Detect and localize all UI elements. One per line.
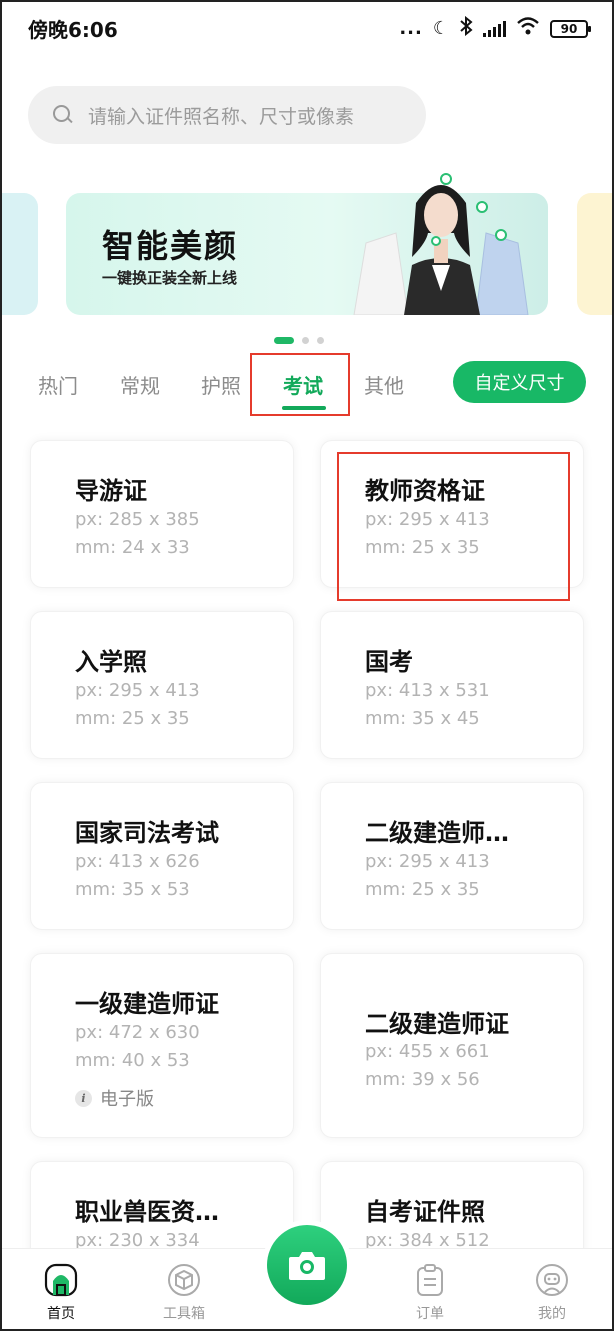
search-bar[interactable]: 请输入证件照名称、尺寸或像素 — [28, 86, 426, 144]
category-tabs: 热门 常规 护照 考试 其他 自定义尺寸 — [0, 353, 614, 420]
signal-icon — [483, 20, 506, 37]
wifi-icon — [516, 16, 540, 41]
spec-card-judicial-exam[interactable]: 国家司法考试 px: 413 x 626 mm: 35 x 53 — [30, 782, 294, 930]
nav-home[interactable]: 首页 — [26, 1263, 96, 1323]
toolbox-icon — [167, 1263, 201, 1297]
spec-card-second-constructor[interactable]: 二级建造师… px: 295 x 413 mm: 25 x 35 — [320, 782, 584, 930]
nav-orders[interactable]: 订单 — [395, 1263, 465, 1323]
tab-other[interactable]: 其他 — [364, 370, 404, 399]
card-teacher-highlight-box — [337, 452, 570, 601]
nav-home-label: 首页 — [47, 1306, 75, 1322]
card-mm: mm: 24 x 33 — [75, 537, 190, 558]
electronic-version-label: 电子版 — [100, 1089, 154, 1110]
home-icon — [44, 1263, 78, 1297]
card-px: px: 285 x 385 — [75, 509, 200, 530]
card-mm: mm: 39 x 56 — [365, 1069, 480, 1090]
banner-slide[interactable]: 智能美颜 一键换正装全新上线 — [66, 173, 548, 315]
nav-mine-label: 我的 — [538, 1306, 566, 1322]
card-px: px: 413 x 626 — [75, 851, 200, 872]
search-icon — [52, 104, 74, 126]
nav-toolbox-label: 工具箱 — [163, 1306, 205, 1322]
status-icons: ... ☾ 90 — [399, 15, 591, 41]
carousel-dot — [317, 337, 324, 344]
custom-size-button[interactable]: 自定义尺寸 — [453, 361, 586, 403]
banner-prev-slide[interactable] — [0, 193, 38, 315]
camera-button-wrap — [262, 1220, 352, 1310]
profile-icon — [535, 1263, 569, 1297]
card-title: 二级建造师… — [365, 819, 509, 847]
banner-subtitle: 一键换正装全新上线 — [102, 269, 238, 287]
card-px: px: 455 x 661 — [365, 1041, 490, 1062]
camera-button[interactable] — [267, 1225, 347, 1305]
spec-card-second-constructor-cert[interactable]: 二级建造师证 px: 455 x 661 mm: 39 x 56 — [320, 953, 584, 1138]
banner-next-slide[interactable] — [577, 193, 614, 315]
more-dots: ... — [399, 18, 423, 39]
card-px: px: 295 x 413 — [365, 851, 490, 872]
search-input[interactable]: 请输入证件照名称、尺寸或像素 — [88, 102, 354, 129]
spec-card-tour-guide[interactable]: 导游证 px: 285 x 385 mm: 24 x 33 — [30, 440, 294, 588]
orders-icon — [413, 1263, 447, 1297]
moon-icon: ☾ — [432, 18, 449, 39]
card-title: 职业兽医资… — [75, 1198, 219, 1226]
tab-exam-highlight-box — [250, 353, 350, 416]
tab-passport[interactable]: 护照 — [201, 370, 241, 399]
spec-card-enrollment[interactable]: 入学照 px: 295 x 413 mm: 25 x 35 — [30, 611, 294, 759]
nav-orders-label: 订单 — [416, 1306, 444, 1322]
bluetooth-icon — [459, 15, 473, 41]
card-title: 国家司法考试 — [75, 819, 219, 847]
battery-icon: 90 — [550, 19, 591, 38]
carousel-dot-active — [274, 337, 294, 344]
banner-title: 智能美颜 — [102, 227, 239, 265]
banner-person-image — [353, 173, 529, 315]
card-mm: mm: 40 x 53 — [75, 1050, 190, 1071]
card-title: 导游证 — [75, 477, 147, 505]
card-title: 二级建造师证 — [365, 1010, 509, 1038]
card-title: 入学照 — [75, 648, 147, 676]
electronic-version-tag: i 电子版 — [75, 1085, 154, 1111]
status-bar: 傍晚6:06 ... ☾ 90 — [0, 0, 614, 58]
spec-card-civil-service[interactable]: 国考 px: 413 x 531 mm: 35 x 45 — [320, 611, 584, 759]
card-mm: mm: 35 x 45 — [365, 708, 480, 729]
card-title: 国考 — [365, 648, 413, 676]
card-mm: mm: 25 x 35 — [365, 879, 480, 900]
card-px: px: 472 x 630 — [75, 1022, 200, 1043]
camera-icon — [289, 1252, 325, 1280]
nav-toolbox[interactable]: 工具箱 — [149, 1263, 219, 1323]
status-time: 傍晚6:06 — [28, 18, 118, 42]
card-title: 一级建造师证 — [75, 990, 219, 1018]
carousel-dot — [302, 337, 309, 344]
tab-regular[interactable]: 常规 — [120, 370, 160, 399]
card-px: px: 413 x 531 — [365, 680, 490, 701]
card-mm: mm: 35 x 53 — [75, 879, 190, 900]
card-title: 自考证件照 — [365, 1198, 485, 1226]
tab-hot[interactable]: 热门 — [38, 370, 78, 399]
carousel-indicator — [274, 337, 324, 344]
card-px: px: 295 x 413 — [75, 680, 200, 701]
card-mm: mm: 25 x 35 — [75, 708, 190, 729]
spec-card-first-constructor[interactable]: 一级建造师证 px: 472 x 630 mm: 40 x 53 i 电子版 — [30, 953, 294, 1138]
nav-mine[interactable]: 我的 — [517, 1263, 587, 1323]
info-icon: i — [75, 1089, 92, 1107]
